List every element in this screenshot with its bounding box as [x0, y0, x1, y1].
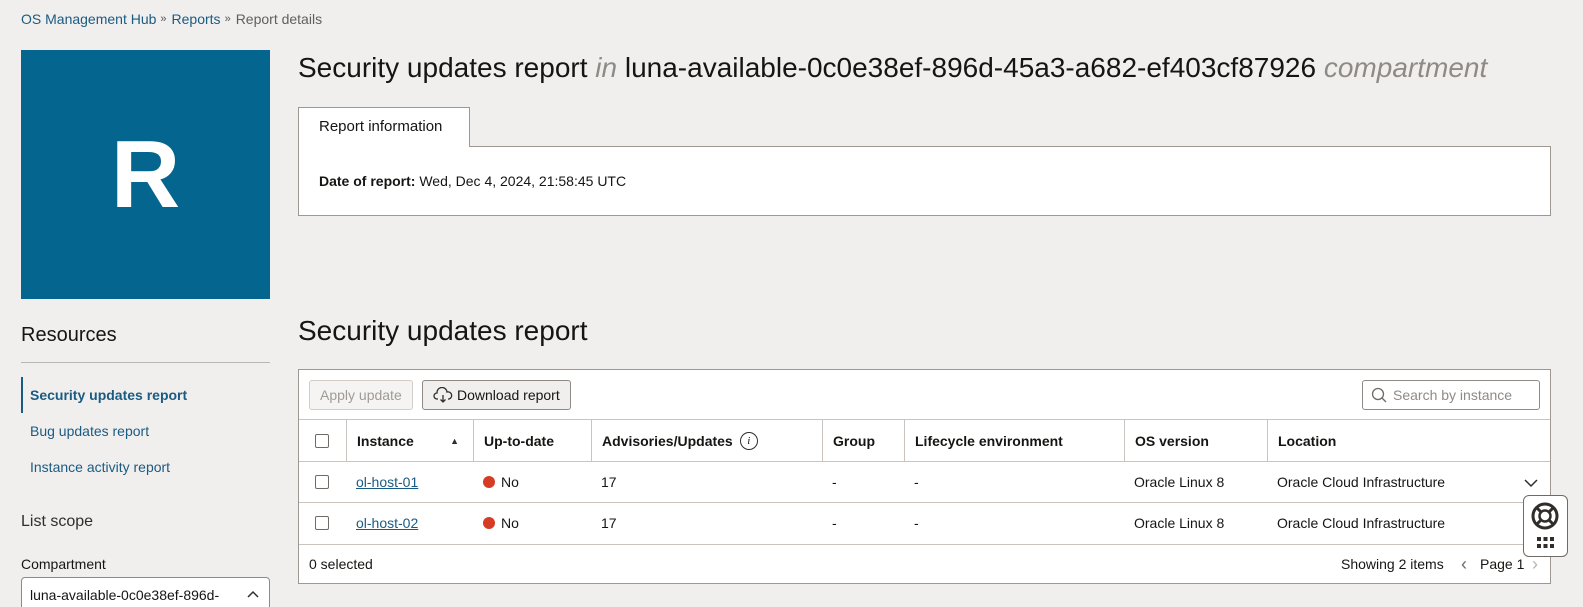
instance-link[interactable]: ol-host-01: [356, 474, 418, 490]
section-title: Security updates report: [298, 315, 588, 346]
breadcrumb-reports[interactable]: Reports: [172, 11, 221, 27]
header-advisories-updates[interactable]: Advisories/Updates i: [591, 420, 822, 461]
search-icon: [1371, 387, 1387, 403]
advisories-cell: 17: [601, 474, 617, 490]
date-of-report-row: Date of report: Wed, Dec 4, 2024, 21:58:…: [319, 173, 626, 189]
compartment-select-value: luna-available-0c0e38ef-896d-: [30, 587, 220, 603]
row-checkbox[interactable]: [315, 475, 329, 489]
info-icon[interactable]: i: [739, 431, 758, 450]
resources-divider: [21, 362, 270, 363]
search-by-instance-field[interactable]: [1362, 380, 1540, 410]
group-cell: -: [832, 474, 837, 490]
location-cell: Oracle Cloud Infrastructure: [1277, 474, 1446, 490]
apply-update-button[interactable]: Apply update: [309, 380, 413, 410]
page-title-compartment-name: luna-available-0c0e38ef-896d-45a3-a682-e…: [624, 52, 1317, 83]
table-row: ol-host-01 No 17 - - Oracle Linux 8 Orac…: [299, 461, 1550, 502]
date-of-report-label: Date of report:: [319, 173, 416, 189]
page-title-main: Security updates report: [298, 52, 588, 83]
date-of-report-value: Wed, Dec 4, 2024, 21:58:45 UTC: [419, 173, 627, 189]
search-by-instance-input[interactable]: [1393, 387, 1533, 403]
download-report-button[interactable]: Download report: [422, 380, 571, 410]
compartment-select[interactable]: luna-available-0c0e38ef-896d-: [21, 577, 270, 607]
security-updates-table-panel: Apply update Download report Instance ▲ …: [298, 369, 1551, 584]
list-scope-heading: List scope: [21, 513, 94, 530]
download-report-label: Download report: [457, 387, 560, 403]
up-to-date-value: No: [501, 474, 519, 490]
lifecycle-cell: -: [914, 474, 919, 490]
up-to-date-value: No: [501, 515, 519, 531]
header-os-version[interactable]: OS version: [1124, 420, 1267, 461]
previous-page-icon[interactable]: ‹: [1461, 554, 1467, 575]
table-row: ol-host-02 No 17 - - Oracle Linux 8 Orac…: [299, 502, 1550, 543]
page-title-in: in: [595, 52, 618, 83]
breadcrumb-separator-icon: »: [160, 13, 167, 25]
instance-link[interactable]: ol-host-02: [356, 515, 418, 531]
page-indicator: Page 1: [1480, 556, 1525, 572]
selected-count: 0 selected: [309, 556, 373, 572]
compartment-label: Compartment: [21, 556, 106, 572]
table-header-row: Instance ▲ Up-to-date Advisories/Updates…: [299, 419, 1550, 461]
cloud-download-icon: [433, 387, 453, 403]
header-location[interactable]: Location: [1267, 420, 1550, 461]
os-version-cell: Oracle Linux 8: [1134, 515, 1225, 531]
chevron-down-icon[interactable]: [1524, 475, 1538, 493]
lifecycle-cell: -: [914, 515, 919, 531]
breadcrumb-os-management-hub[interactable]: OS Management Hub: [21, 11, 156, 27]
apps-grid-icon[interactable]: [1524, 534, 1569, 556]
header-instance-label: Instance: [357, 432, 414, 449]
instance-cell: ol-host-01: [346, 462, 418, 502]
resource-tile-letter: R: [110, 120, 181, 228]
row-checkbox[interactable]: [315, 516, 329, 530]
header-group[interactable]: Group: [822, 420, 904, 461]
sidebar-item-bug-updates-report[interactable]: Bug updates report: [21, 413, 270, 449]
header-instance[interactable]: Instance ▲: [346, 420, 473, 461]
breadcrumb-separator-icon: »: [224, 13, 231, 25]
page-title-compartment-word: compartment: [1323, 52, 1488, 83]
up-to-date-cell: No: [473, 462, 519, 502]
table-footer: 0 selected Showing 2 items ‹ Page 1 ›: [299, 544, 1550, 584]
tab-report-information[interactable]: Report information: [298, 107, 470, 147]
resources-heading: Resources: [21, 324, 117, 346]
instance-cell: ol-host-02: [346, 503, 418, 543]
resources-nav: Security updates report Bug updates repo…: [21, 377, 270, 485]
status-error-icon: [483, 476, 495, 488]
header-lifecycle-environment[interactable]: Lifecycle environment: [904, 420, 1124, 461]
chevron-up-icon: [247, 587, 259, 601]
status-error-icon: [483, 517, 495, 529]
header-advisories-label: Advisories/Updates: [602, 432, 733, 449]
report-information-panel: Date of report: Wed, Dec 4, 2024, 21:58:…: [298, 146, 1551, 216]
up-to-date-cell: No: [473, 503, 519, 543]
header-up-to-date[interactable]: Up-to-date: [473, 420, 591, 461]
row-select-cell: [299, 503, 346, 543]
header-select-all-cell: [299, 420, 346, 461]
next-page-icon[interactable]: ›: [1532, 554, 1538, 575]
sidebar-item-security-updates-report[interactable]: Security updates report: [21, 377, 270, 413]
help-widget[interactable]: [1523, 495, 1568, 557]
breadcrumb: OS Management Hub » Reports » Report det…: [21, 11, 322, 27]
resource-tile: R: [21, 50, 270, 299]
group-cell: -: [832, 515, 837, 531]
instances-table: Instance ▲ Up-to-date Advisories/Updates…: [299, 419, 1550, 543]
sidebar-item-instance-activity-report[interactable]: Instance activity report: [21, 449, 270, 485]
sort-ascending-icon[interactable]: ▲: [450, 436, 459, 446]
select-all-checkbox[interactable]: [315, 433, 329, 448]
showing-items-count: Showing 2 items: [1341, 556, 1444, 572]
page-title: Security updates report in luna-availabl…: [298, 52, 1487, 84]
os-version-cell: Oracle Linux 8: [1134, 474, 1225, 490]
breadcrumb-current: Report details: [235, 11, 323, 27]
help-lifebuoy-icon[interactable]: [1524, 499, 1569, 531]
row-select-cell: [299, 462, 346, 502]
advisories-cell: 17: [601, 515, 617, 531]
location-cell: Oracle Cloud Infrastructure: [1277, 515, 1446, 531]
